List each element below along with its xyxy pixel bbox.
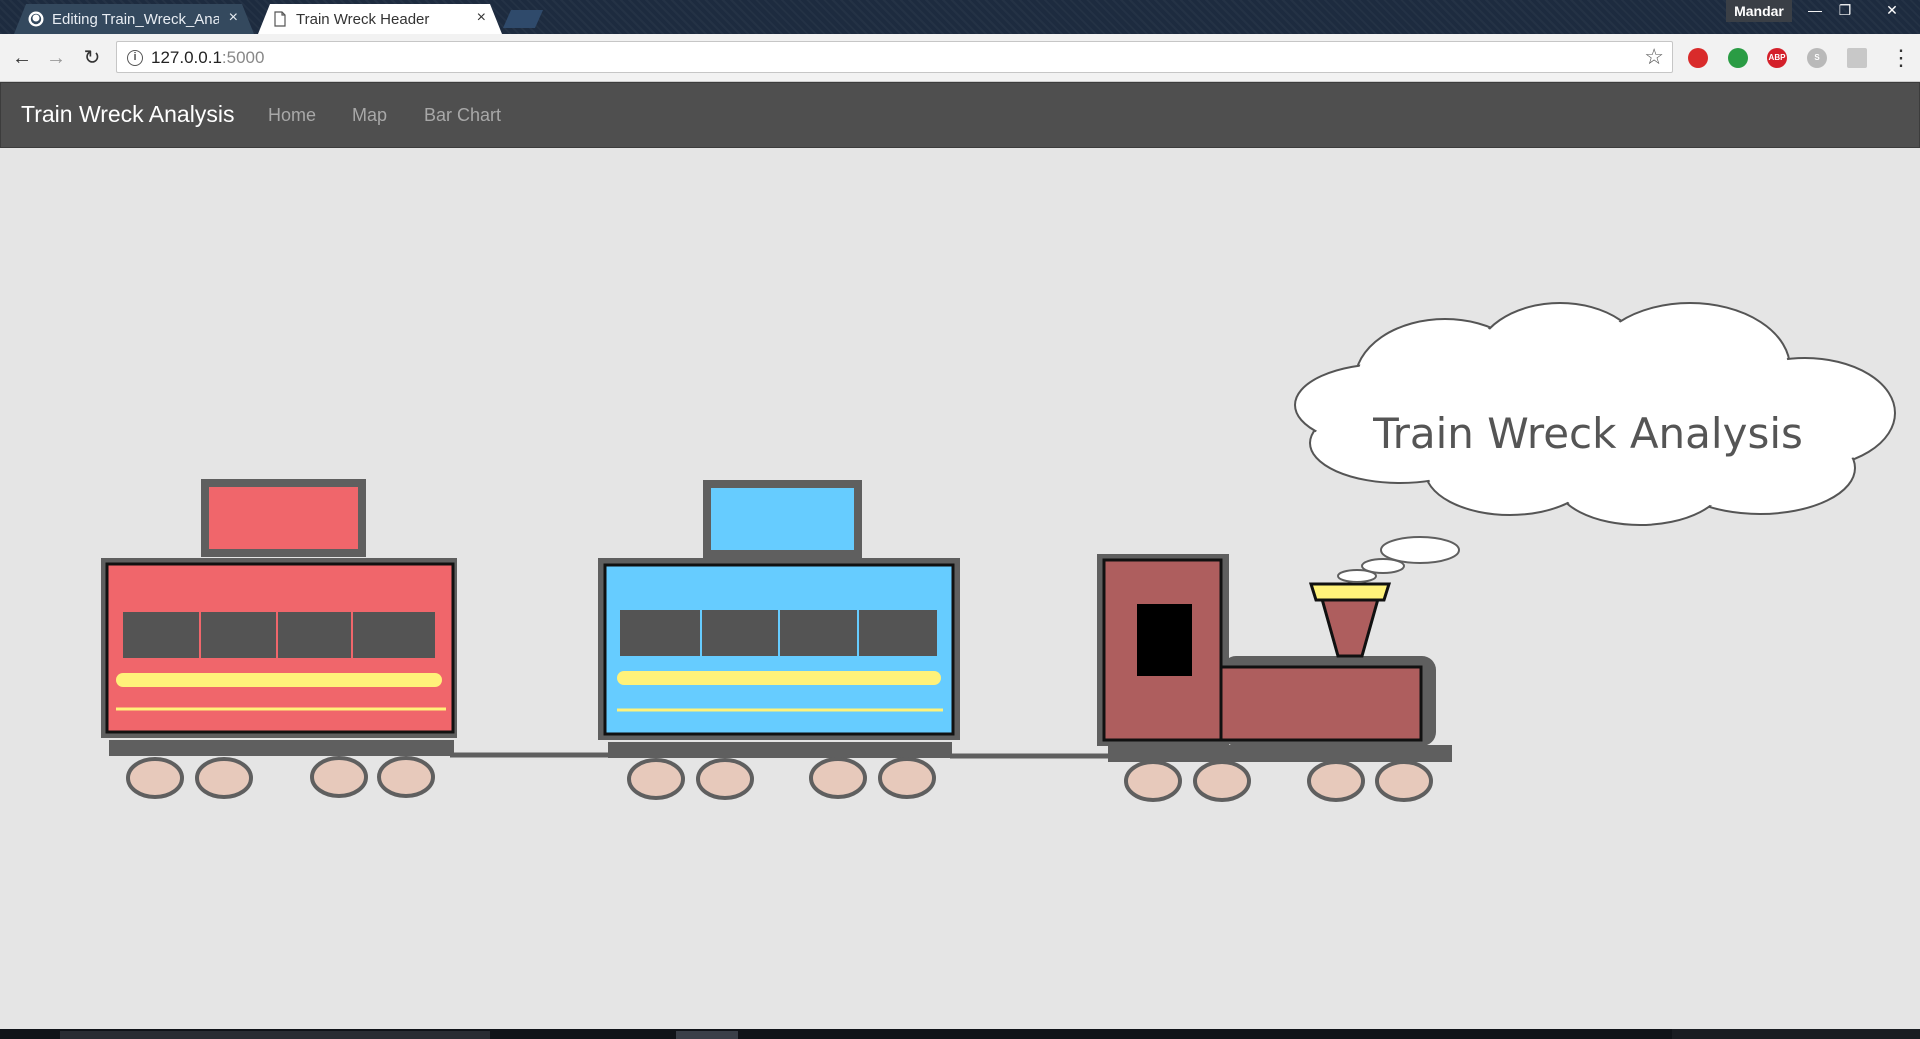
- close-icon[interactable]: ×: [229, 9, 238, 27]
- brand-link[interactable]: Train Wreck Analysis: [21, 101, 234, 128]
- taskbar-item[interactable]: [60, 1031, 490, 1039]
- thought-cloud: Train Wreck Analysis: [1294, 302, 1896, 526]
- bookmark-star-icon[interactable]: ☆: [1644, 44, 1664, 70]
- browser-toolbar: ← → ↻ i 127.0.0.1:5000 ☆ ABP S ⋮: [0, 34, 1920, 82]
- close-icon[interactable]: ×: [477, 9, 486, 27]
- cloud-title: Train Wreck Analysis: [1372, 409, 1803, 458]
- taskbar-item[interactable]: [676, 1031, 738, 1039]
- info-icon[interactable]: i: [127, 50, 143, 66]
- minimize-button[interactable]: —: [1800, 0, 1830, 22]
- skype-icon[interactable]: S: [1807, 48, 1827, 68]
- url-text: 127.0.0.1:5000: [151, 48, 264, 68]
- address-bar[interactable]: i 127.0.0.1:5000 ☆: [116, 41, 1673, 73]
- train-car-blue: [598, 480, 960, 800]
- system-tray: [1672, 1029, 1920, 1039]
- adguard-icon[interactable]: [1728, 48, 1748, 68]
- nav-home[interactable]: Home: [268, 105, 316, 126]
- github-icon: [28, 11, 44, 27]
- nav-bar-chart[interactable]: Bar Chart: [424, 105, 501, 126]
- abp-icon[interactable]: ABP: [1767, 48, 1787, 68]
- nav-map[interactable]: Map: [352, 105, 387, 126]
- close-window-button[interactable]: ✕: [1870, 0, 1914, 22]
- maximize-button[interactable]: ❐: [1830, 0, 1860, 22]
- tab-title: Editing Train_Wreck_Analysis: [52, 10, 219, 28]
- page-icon: [272, 11, 288, 27]
- forward-button[interactable]: →: [44, 46, 68, 70]
- url-port: :5000: [221, 48, 265, 67]
- url-host: 127.0.0.1: [151, 48, 222, 67]
- train-car-red: [101, 479, 457, 799]
- opera-shield-icon[interactable]: [1688, 48, 1708, 68]
- train-engine: [1097, 554, 1452, 802]
- new-tab-button[interactable]: [503, 10, 543, 28]
- os-taskbar: [0, 1029, 1920, 1039]
- site-navbar: Train Wreck Analysis Home Map Bar Chart: [0, 82, 1920, 148]
- back-button[interactable]: ←: [10, 46, 34, 70]
- profile-button[interactable]: Mandar: [1726, 0, 1792, 22]
- train-illustration: Train Wreck Analysis: [101, 302, 1896, 802]
- smoke-puffs: [1337, 536, 1460, 583]
- pdf-icon[interactable]: [1847, 48, 1867, 68]
- tab-train-wreck-header[interactable]: Train Wreck Header ×: [258, 4, 502, 34]
- reload-button[interactable]: ↻: [80, 46, 104, 70]
- tab-editing[interactable]: Editing Train_Wreck_Analysis ×: [14, 4, 254, 34]
- menu-icon[interactable]: ⋮: [1890, 46, 1912, 70]
- tab-title: Train Wreck Header: [296, 10, 430, 28]
- browser-tab-strip: Editing Train_Wreck_Analysis × Train Wre…: [0, 0, 1920, 34]
